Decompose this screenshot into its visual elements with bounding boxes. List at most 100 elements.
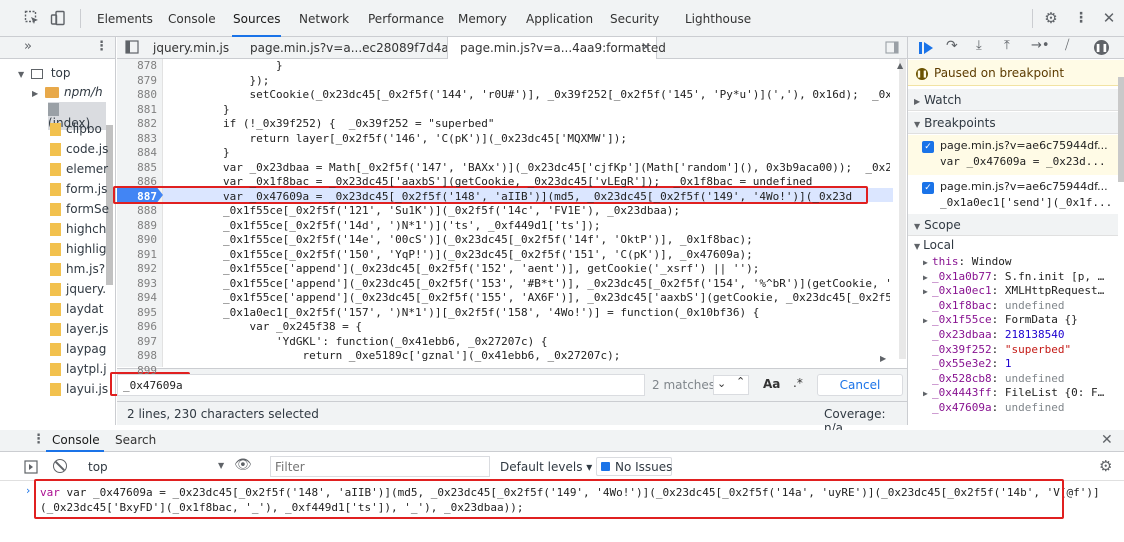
line-number[interactable]: 885 bbox=[117, 161, 157, 176]
line-number[interactable]: 887 bbox=[117, 190, 157, 205]
line-number[interactable]: 881 bbox=[117, 103, 157, 118]
log-levels-dropdown[interactable]: Default levels ▾ bbox=[500, 460, 592, 474]
pause-on-exceptions-icon[interactable]: ❚❚ bbox=[1094, 40, 1109, 55]
more-tabs-chevron-icon[interactable]: » bbox=[24, 39, 32, 54]
show-sidebar-icon[interactable] bbox=[24, 460, 38, 474]
live-expression-eye-icon[interactable]: 👁 bbox=[234, 457, 252, 473]
code-line[interactable]: }); bbox=[170, 74, 890, 89]
code-line[interactable]: _0x1f55ce['append'](_0x23dc45[_0x2f5f('1… bbox=[170, 262, 890, 277]
code-line[interactable]: _0x1f55ce[_0x2f5f('121', 'Su1K')](_0x2f5… bbox=[170, 204, 890, 219]
line-number[interactable]: 899 bbox=[117, 364, 157, 379]
code-line[interactable]: var _0x47609a = _0x23dc45[_0x2f5f('148',… bbox=[170, 190, 890, 205]
tree-item-file[interactable]: laydat bbox=[50, 302, 103, 316]
code-line[interactable]: _0x1f55ce[_0x2f5f('150', 'YqP!')](_0x23d… bbox=[170, 248, 890, 263]
scope-variable[interactable]: ▶ _0x4443ff: FileList {0: F… bbox=[923, 386, 1111, 401]
breakpoints-section-header[interactable]: ▼ Breakpoints bbox=[908, 112, 1118, 134]
code-line[interactable]: var _0x245f38 = { bbox=[170, 320, 890, 335]
step-out-icon[interactable]: ⤒ bbox=[1004, 38, 1010, 53]
tab-application[interactable]: Application bbox=[525, 0, 594, 37]
code-line[interactable]: _0x1a0ec1[_0x2f5f('157', ')N*1')][_0x2f5… bbox=[170, 306, 890, 321]
device-toolbar-icon[interactable] bbox=[50, 10, 66, 26]
drawer-menu-icon[interactable]: ⋮ bbox=[32, 432, 45, 447]
code-line[interactable]: var _0x23dbaa = Math[_0x2f5f('147', 'BAX… bbox=[170, 161, 890, 176]
inspect-element-icon[interactable] bbox=[24, 10, 40, 26]
tab-console[interactable]: Console bbox=[167, 0, 217, 37]
tree-item-file[interactable]: hm.js? bbox=[50, 262, 105, 276]
scope-variable[interactable]: _0x528cb8: undefined bbox=[923, 372, 1111, 387]
line-number[interactable]: 897 bbox=[117, 335, 157, 350]
settings-gear-icon[interactable]: ⚙ bbox=[1043, 10, 1059, 26]
close-devtools-icon[interactable]: ✕ bbox=[1101, 10, 1117, 26]
tree-item-file[interactable]: formSe bbox=[50, 202, 109, 216]
step-into-icon[interactable]: ⤓ bbox=[976, 38, 982, 53]
code-line[interactable]: var _0x1f8bac = _0x23dc45['aaxbS'](getCo… bbox=[170, 175, 890, 190]
tree-item-file[interactable]: elemer bbox=[50, 162, 108, 176]
scope-local[interactable]: ▼ Local bbox=[914, 238, 954, 252]
toggle-navigator-icon[interactable] bbox=[125, 40, 139, 54]
scope-section-header[interactable]: ▼ Scope bbox=[908, 214, 1118, 236]
line-number[interactable]: 880 bbox=[117, 88, 157, 103]
console-filter-input[interactable] bbox=[270, 456, 490, 477]
line-number[interactable]: 898 bbox=[117, 349, 157, 364]
previous-match-icon[interactable]: ⌄ bbox=[717, 377, 726, 390]
scope-variable[interactable]: _0x1f8bac: undefined bbox=[923, 299, 1111, 314]
line-number[interactable]: 894 bbox=[117, 291, 157, 306]
scope-variable[interactable]: _0x39f252: "superbed" bbox=[923, 343, 1111, 358]
toggle-debugger-icon[interactable] bbox=[885, 41, 899, 54]
breakpoint-checkbox[interactable]: ✓ bbox=[922, 141, 934, 153]
line-number[interactable]: 893 bbox=[117, 277, 157, 292]
scope-variable[interactable]: ▶ _0x1a0b77: S.fn.init [p, … bbox=[923, 270, 1111, 285]
tab-memory[interactable]: Memory bbox=[457, 0, 508, 37]
more-options-icon[interactable]: ⋮ bbox=[1073, 10, 1089, 26]
tree-item-file[interactable]: laypag bbox=[50, 342, 106, 356]
scope-variable[interactable]: ▶ _0x1a0ec1: XMLHttpRequest… bbox=[923, 284, 1111, 299]
tree-item-file[interactable]: jquery. bbox=[50, 282, 106, 296]
close-drawer-icon[interactable]: ✕ bbox=[1101, 432, 1113, 448]
code-line[interactable]: _0x1f55ce['append'](_0x23dc45[_0x2f5f('1… bbox=[170, 291, 890, 306]
tree-item-top[interactable]: ▼ top bbox=[18, 63, 70, 83]
context-selector[interactable]: top bbox=[88, 460, 108, 474]
line-number[interactable]: 896 bbox=[117, 320, 157, 335]
code-line[interactable]: } bbox=[170, 59, 890, 74]
drawer-tab-search[interactable]: Search bbox=[115, 433, 156, 447]
find-input[interactable] bbox=[123, 376, 503, 394]
navigator-menu-icon[interactable]: ⋮ bbox=[95, 39, 108, 54]
tree-item-file[interactable]: highch bbox=[50, 222, 106, 236]
deactivate-breakpoints-icon[interactable]: ⧸ bbox=[1065, 38, 1069, 53]
console-settings-gear-icon[interactable]: ⚙ bbox=[1099, 457, 1112, 475]
tab-security[interactable]: Security bbox=[609, 0, 660, 37]
code-line[interactable]: if (!_0x39f252) { _0x39f252 = "superbed" bbox=[170, 117, 890, 132]
sidebar-scrollbar[interactable] bbox=[1118, 77, 1124, 182]
code-line[interactable]: return layer[_0x2f5f('146', 'C(pK')](_0x… bbox=[170, 132, 890, 147]
line-number[interactable]: 882 bbox=[117, 117, 157, 132]
scope-variable[interactable]: _0x23dbaa: 218138540 bbox=[923, 328, 1111, 343]
tab-sources[interactable]: Sources bbox=[232, 0, 282, 37]
tree-item-folder[interactable]: ▶ npm/h bbox=[32, 82, 103, 102]
editor-tab-page-min[interactable]: page.min.js?v=a...ec28089f7d4aa9 bbox=[250, 37, 464, 59]
match-case-button[interactable]: Aa bbox=[763, 377, 780, 391]
step-icon[interactable]: →• bbox=[1031, 38, 1050, 53]
line-number[interactable]: 884 bbox=[117, 146, 157, 161]
tab-network[interactable]: Network bbox=[298, 0, 350, 37]
line-number[interactable]: 883 bbox=[117, 132, 157, 147]
code-line[interactable]: _0x1f55ce['append'](_0x23dc45[_0x2f5f('1… bbox=[170, 277, 890, 292]
scope-variable[interactable]: _0x55e3e2: 1 bbox=[923, 357, 1111, 372]
code-line[interactable]: } bbox=[170, 146, 890, 161]
scope-variable[interactable]: _0x47609a: undefined bbox=[923, 401, 1111, 416]
editor-tab-formatted[interactable]: page.min.js?v=a...4aa9:formatted bbox=[460, 37, 666, 59]
resume-icon[interactable] bbox=[918, 40, 936, 56]
line-number[interactable]: 891 bbox=[117, 248, 157, 263]
scroll-up-icon[interactable]: ▲ bbox=[897, 61, 907, 71]
tree-item-file[interactable]: clipbo bbox=[50, 122, 102, 136]
tree-item-file[interactable]: form.js bbox=[50, 182, 107, 196]
code-line[interactable]: _0x1f55ce[_0x2f5f('14e', '00cS')](_0x23d… bbox=[170, 233, 890, 248]
step-over-icon[interactable]: ↷ bbox=[946, 38, 958, 54]
line-number[interactable]: 890 bbox=[117, 233, 157, 248]
scope-variable[interactable]: ▶ this: Window bbox=[923, 255, 1111, 270]
breakpoint-item[interactable]: ✓ page.min.js?v=ae6c75944df... var _0x47… bbox=[908, 135, 1118, 175]
breakpoint-item[interactable]: ✓ page.min.js?v=ae6c75944df... _0x1a0ec1… bbox=[908, 176, 1118, 216]
code-line[interactable]: } bbox=[170, 103, 890, 118]
tree-item-file[interactable]: highlig bbox=[50, 242, 106, 256]
line-number[interactable]: 886 bbox=[117, 175, 157, 190]
tab-elements[interactable]: Elements bbox=[96, 0, 154, 37]
